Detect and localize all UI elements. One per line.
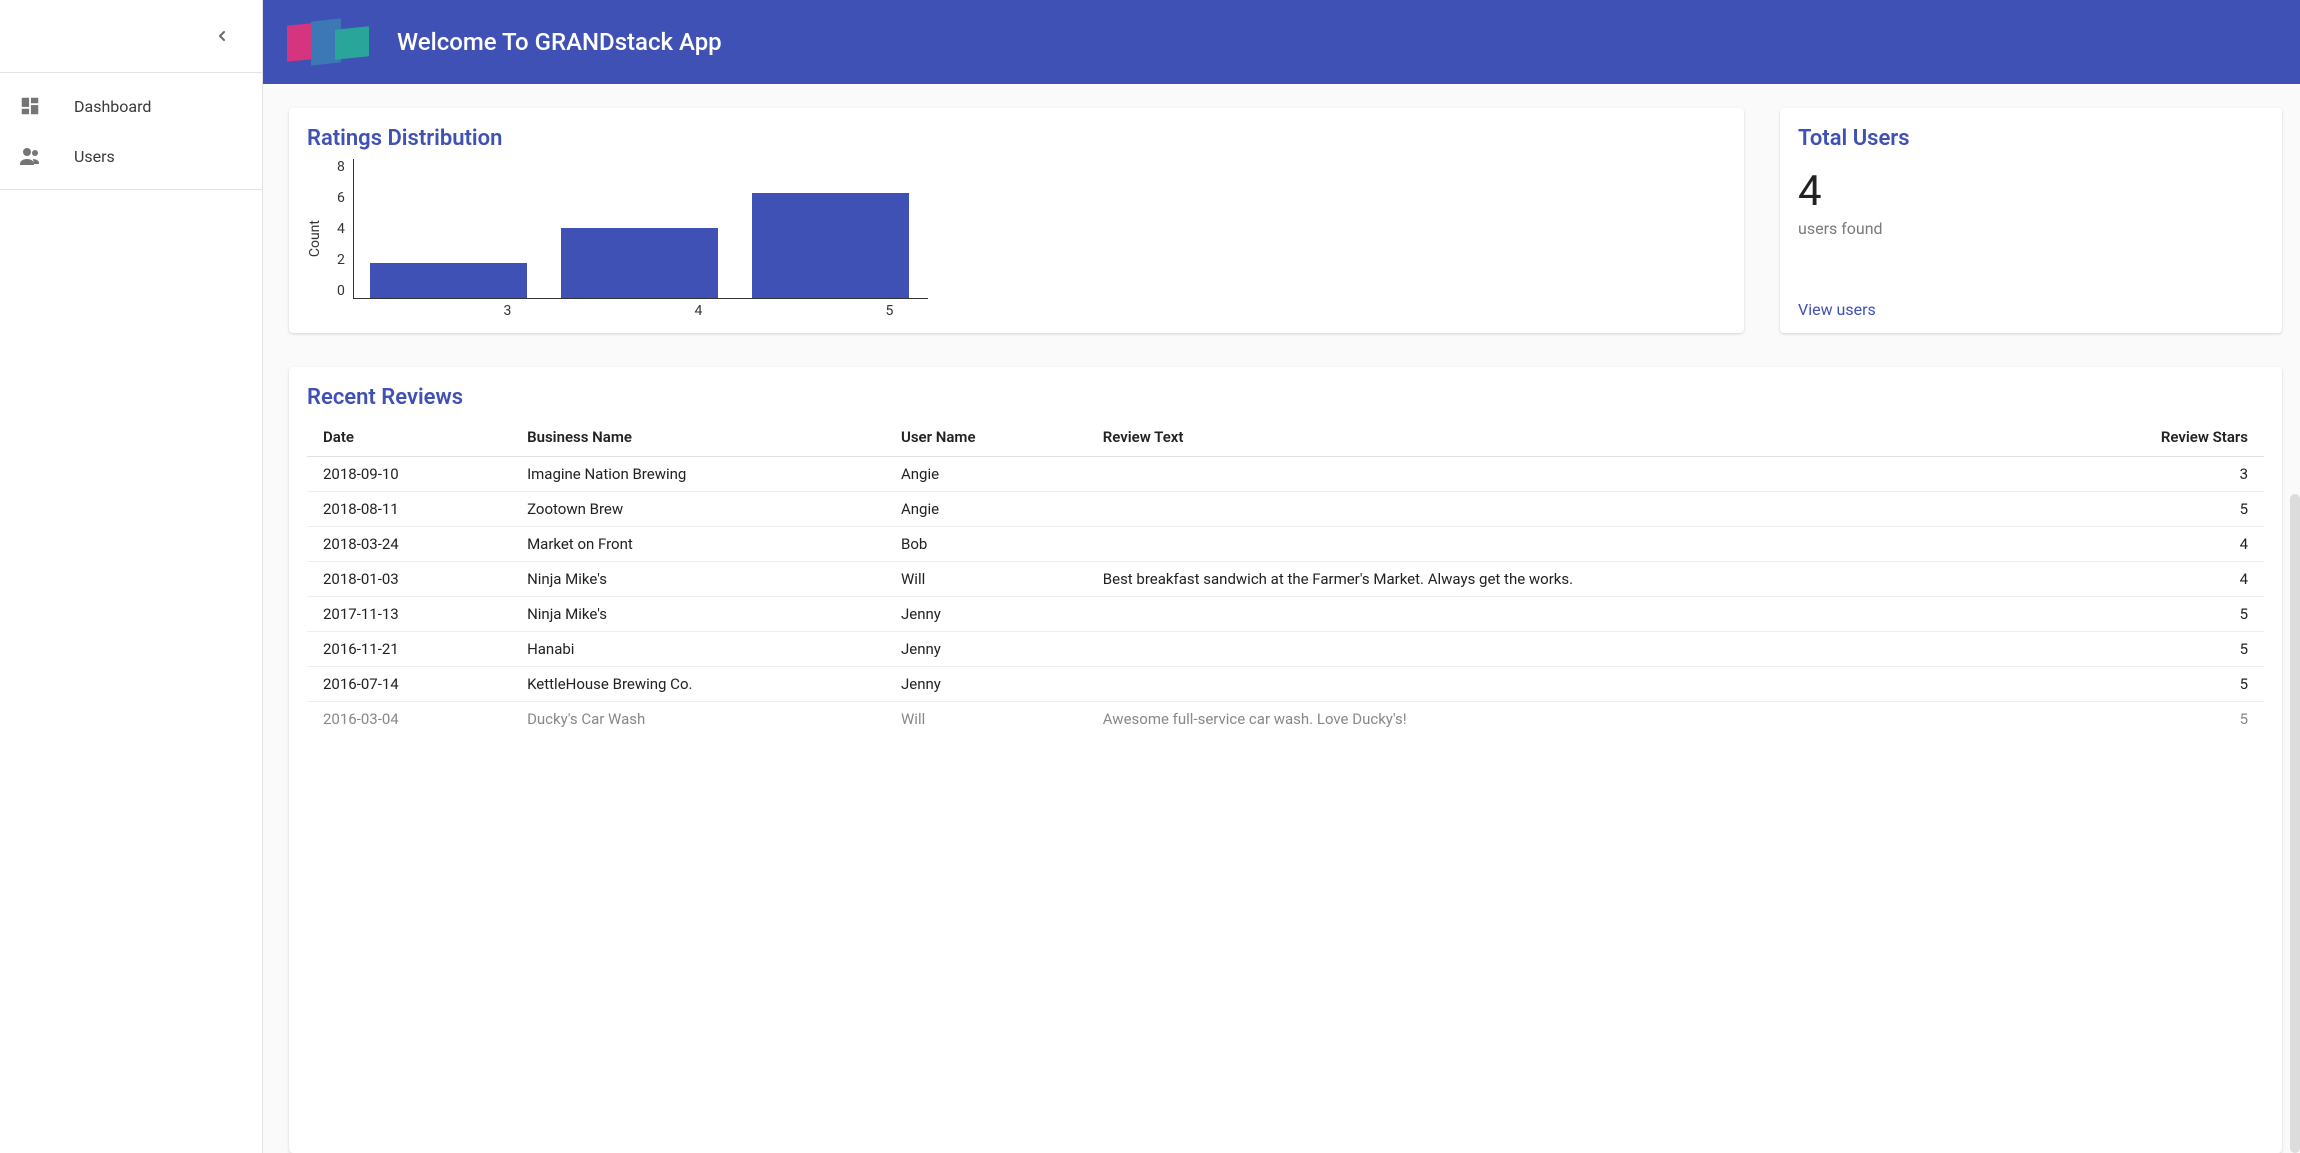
table-cell xyxy=(1087,667,2039,702)
app-logo xyxy=(287,18,373,66)
table-cell: 5 xyxy=(2038,632,2264,667)
table-cell: Best breakfast sandwich at the Farmer's … xyxy=(1087,562,2039,597)
chevron-left-icon xyxy=(214,28,230,44)
ytick: 6 xyxy=(337,190,345,206)
table-cell xyxy=(1087,632,2039,667)
dashboard-icon xyxy=(18,94,42,118)
table-cell: Jenny xyxy=(885,667,1087,702)
sidebar-item-dashboard[interactable]: Dashboard xyxy=(0,81,262,131)
chart-xaxis: 3 4 5 xyxy=(413,303,988,319)
table-row[interactable]: 2016-03-04Ducky's Car WashWillAwesome fu… xyxy=(307,702,2264,737)
reviews-table: Date Business Name User Name Review Text… xyxy=(307,418,2264,736)
table-row[interactable]: 2016-07-14KettleHouse Brewing Co.Jenny 5 xyxy=(307,667,2264,702)
sidebar-header xyxy=(0,0,262,73)
table-row[interactable]: 2018-01-03Ninja Mike'sWillBest breakfast… xyxy=(307,562,2264,597)
table-cell: Ninja Mike's xyxy=(511,597,885,632)
table-cell: 5 xyxy=(2038,492,2264,527)
table-cell: Jenny xyxy=(885,632,1087,667)
sidebar-item-users[interactable]: Users xyxy=(0,131,262,181)
table-cell xyxy=(1087,492,2039,527)
total-users-value: 4 xyxy=(1798,169,2264,215)
table-cell xyxy=(1087,457,2039,492)
top-row: Ratings Distribution Count 8 6 4 2 0 3 4 xyxy=(289,108,2282,333)
table-cell: KettleHouse Brewing Co. xyxy=(511,667,885,702)
chart-bar xyxy=(752,193,909,298)
chart-ylabel: Count xyxy=(307,220,323,257)
col-text[interactable]: Review Text xyxy=(1087,418,2039,457)
table-cell xyxy=(1087,527,2039,562)
table-cell: Imagine Nation Brewing xyxy=(511,457,885,492)
total-users-subtext: users found xyxy=(1798,219,2264,238)
table-cell: Ducky's Car Wash xyxy=(511,702,885,737)
sidebar-nav: Dashboard Users xyxy=(0,73,262,190)
total-users-card: Total Users 4 users found View users xyxy=(1780,108,2282,333)
app-header: Welcome To GRANDstack App xyxy=(263,0,2300,84)
table-cell: Will xyxy=(885,562,1087,597)
table-cell: Awesome full-service car wash. Love Duck… xyxy=(1087,702,2039,737)
ratings-chart: Count 8 6 4 2 0 3 4 5 xyxy=(307,159,1726,319)
collapse-sidebar-button[interactable] xyxy=(210,24,234,48)
table-row[interactable]: 2018-08-11Zootown BrewAngie 5 xyxy=(307,492,2264,527)
table-cell: Ninja Mike's xyxy=(511,562,885,597)
table-cell: Bob xyxy=(885,527,1087,562)
table-cell: Market on Front xyxy=(511,527,885,562)
card-title: Recent Reviews xyxy=(307,385,2264,410)
table-cell: Zootown Brew xyxy=(511,492,885,527)
table-cell: 3 xyxy=(2038,457,2264,492)
table-header-row: Date Business Name User Name Review Text… xyxy=(307,418,2264,457)
recent-reviews-card: Recent Reviews Date Business Name User N… xyxy=(289,367,2282,1153)
table-cell: Jenny xyxy=(885,597,1087,632)
table-cell: 2016-11-21 xyxy=(307,632,511,667)
chart-bar xyxy=(561,228,718,298)
table-cell: Angie xyxy=(885,492,1087,527)
view-users-link[interactable]: View users xyxy=(1798,240,2264,319)
ytick: 2 xyxy=(337,252,345,268)
table-cell: 2017-11-13 xyxy=(307,597,511,632)
table-cell xyxy=(1087,597,2039,632)
col-business[interactable]: Business Name xyxy=(511,418,885,457)
card-title: Total Users xyxy=(1798,126,2264,151)
col-date[interactable]: Date xyxy=(307,418,511,457)
ytick: 4 xyxy=(337,221,345,237)
table-cell: 4 xyxy=(2038,527,2264,562)
app-root: Dashboard Users Welcome To GRANDstack Ap… xyxy=(0,0,2300,1153)
ytick: 0 xyxy=(337,283,345,299)
table-row[interactable]: 2018-03-24Market on FrontBob 4 xyxy=(307,527,2264,562)
col-stars[interactable]: Review Stars xyxy=(2038,418,2264,457)
table-cell: 2018-08-11 xyxy=(307,492,511,527)
table-cell: 5 xyxy=(2038,702,2264,737)
sidebar: Dashboard Users xyxy=(0,0,263,1153)
main: Welcome To GRANDstack App Ratings Distri… xyxy=(263,0,2300,1153)
table-cell: Will xyxy=(885,702,1087,737)
table-cell: 2018-03-24 xyxy=(307,527,511,562)
content-area: Ratings Distribution Count 8 6 4 2 0 3 4 xyxy=(263,84,2300,1153)
table-cell: 4 xyxy=(2038,562,2264,597)
table-cell: 2018-09-10 xyxy=(307,457,511,492)
table-cell: Angie xyxy=(885,457,1087,492)
table-row[interactable]: 2018-09-10Imagine Nation BrewingAngie 3 xyxy=(307,457,2264,492)
scrollbar[interactable] xyxy=(2290,494,2300,1153)
xtick: 5 xyxy=(811,303,968,319)
table-cell: Hanabi xyxy=(511,632,885,667)
sidebar-item-label: Users xyxy=(74,147,115,166)
table-cell: 5 xyxy=(2038,667,2264,702)
table-cell: 2016-07-14 xyxy=(307,667,511,702)
xtick: 3 xyxy=(429,303,586,319)
table-cell: 5 xyxy=(2038,597,2264,632)
chart-yaxis: 8 6 4 2 0 xyxy=(337,159,353,299)
page-title: Welcome To GRANDstack App xyxy=(397,28,722,56)
ytick: 8 xyxy=(337,159,345,175)
col-user[interactable]: User Name xyxy=(885,418,1087,457)
card-title: Ratings Distribution xyxy=(307,126,1726,151)
table-row[interactable]: 2016-11-21HanabiJenny 5 xyxy=(307,632,2264,667)
xtick: 4 xyxy=(620,303,777,319)
table-cell: 2016-03-04 xyxy=(307,702,511,737)
chart-bar xyxy=(370,263,527,298)
table-cell: 2018-01-03 xyxy=(307,562,511,597)
users-icon xyxy=(18,144,42,168)
ratings-distribution-card: Ratings Distribution Count 8 6 4 2 0 3 4 xyxy=(289,108,1744,333)
sidebar-item-label: Dashboard xyxy=(74,97,151,116)
chart-plot-area xyxy=(353,159,928,299)
table-row[interactable]: 2017-11-13Ninja Mike'sJenny 5 xyxy=(307,597,2264,632)
